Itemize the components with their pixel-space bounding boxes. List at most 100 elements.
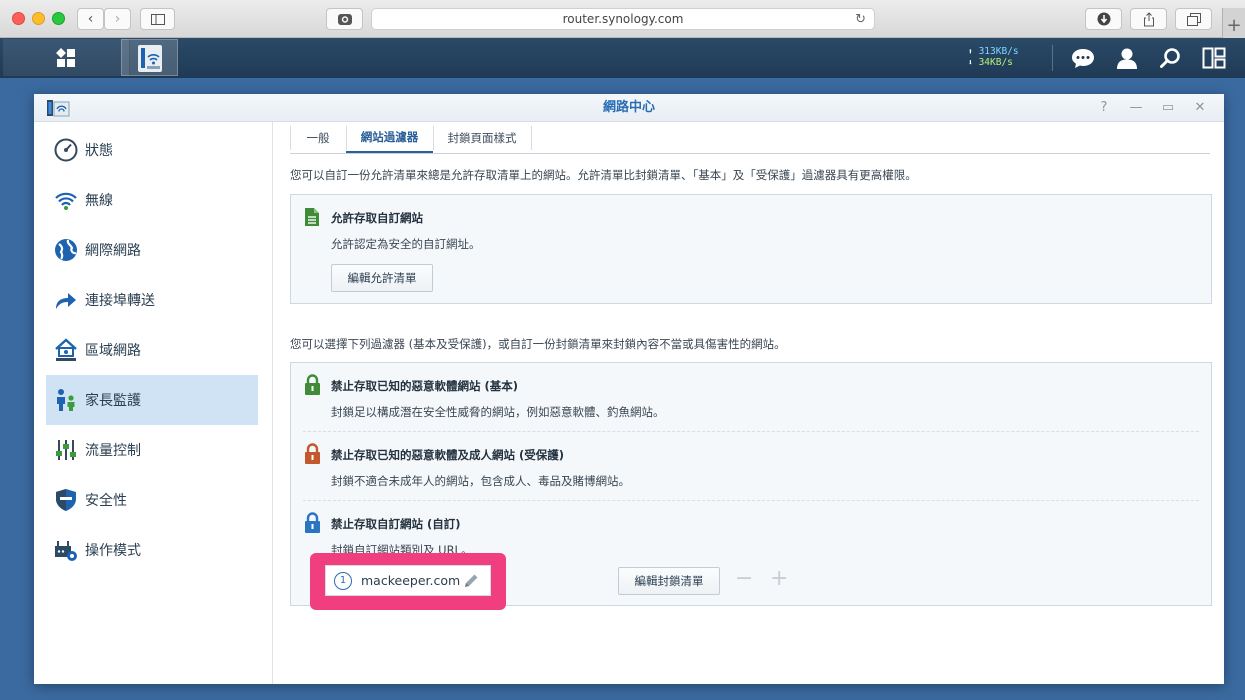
widgets-icon: [1202, 47, 1226, 69]
network-center-window: 網路中心 ? — ▭ ✕ 狀態 無線 網際網路 連接埠轉送 區域網路 家長監護: [34, 94, 1224, 684]
tabs-overview-button[interactable]: [1175, 8, 1212, 30]
router-app-icon: [137, 44, 162, 72]
entry-domain: mackeeper.com: [361, 573, 461, 588]
lock-icon: [304, 512, 321, 538]
maximize-button[interactable]: ▭: [1160, 100, 1176, 116]
forward-arrow-icon: [53, 287, 79, 313]
close-button[interactable]: ✕: [1192, 100, 1208, 116]
sidebar-item-security[interactable]: 安全性: [46, 475, 258, 525]
allow-section-intro: 您可以自訂一份允許清單來總是允許存取清單上的網站。允許清單比封鎖清單、「基本」及…: [290, 168, 917, 182]
help-button[interactable]: ?: [1096, 100, 1112, 116]
url-text: router.synology.com: [562, 12, 684, 26]
router-gear-icon: [53, 537, 79, 563]
download-icon: [1097, 12, 1110, 26]
tab-block-page-style[interactable]: 封鎖頁面樣式: [433, 122, 531, 153]
custom-block-entry[interactable]: 1 mackeeper.com: [325, 565, 491, 596]
tab-web-filter[interactable]: 網站過濾器: [346, 122, 433, 153]
sidebar-item-wireless[interactable]: 無線: [46, 175, 258, 225]
main-menu-button[interactable]: [3, 39, 130, 76]
sidebar-item-label: 狀態: [85, 143, 113, 159]
chevron-right-icon: ›: [114, 11, 121, 27]
zoom-window-button[interactable]: [52, 12, 65, 25]
sidebar-item-label: 無線: [85, 193, 113, 209]
tab-general[interactable]: 一般: [290, 122, 346, 153]
sidebar-item-label: 安全性: [85, 493, 127, 509]
share-button[interactable]: [1130, 8, 1167, 30]
block-section-intro: 您可以選擇下列過濾器 (基本及受保護)，或自訂一份封鎖清單來封鎖內容不當或具傷害…: [290, 337, 786, 351]
share-icon: [1143, 11, 1154, 26]
home-network-icon: [53, 337, 79, 363]
sidebar-item-label: 操作模式: [85, 543, 141, 559]
parents-icon: [53, 387, 79, 413]
taskbar-network-center[interactable]: [121, 39, 178, 76]
document-icon: [304, 207, 320, 231]
lock-icon: [304, 374, 321, 400]
notifications-button[interactable]: [1070, 45, 1096, 71]
sidebar-toggle-button[interactable]: [140, 8, 175, 30]
sidebar-item-operation-mode[interactable]: 操作模式: [46, 525, 258, 575]
sidebar-item-parental-control[interactable]: 家長監護: [46, 375, 258, 425]
sidebar-icon: [150, 13, 165, 25]
lock-icon: [304, 443, 321, 469]
widgets-button[interactable]: [1201, 45, 1227, 71]
sidebar-item-local-network[interactable]: 區域網路: [46, 325, 258, 375]
tab-divider: [531, 126, 532, 150]
downloads-button[interactable]: [1085, 8, 1122, 30]
download-arrow-icon: ⬇: [968, 58, 973, 67]
sidebar-item-status[interactable]: 狀態: [46, 125, 258, 175]
user-button[interactable]: [1114, 45, 1140, 71]
new-tab-button[interactable]: +: [1222, 8, 1245, 38]
plus-icon: +: [1226, 15, 1242, 36]
sliders-icon: [53, 437, 79, 463]
edit-allow-list-button[interactable]: 編輯允許清單: [331, 264, 433, 292]
minimize-window-button[interactable]: [32, 12, 45, 25]
allow-description: 允許認定為安全的自訂網址。: [331, 237, 481, 251]
tabs-icon: [1186, 12, 1201, 26]
main-menu-icon: [56, 47, 75, 67]
filter-custom-title: 禁止存取自訂網站 (自訂): [331, 517, 461, 531]
sidebar: 狀態 無線 網際網路 連接埠轉送 區域網路 家長監護 流量控制 安全性 操作模式: [34, 122, 273, 684]
edit-block-list-button[interactable]: 編輯封鎖清單: [618, 567, 720, 595]
network-speed: ⬆ 313KB/s ⬇ 34KB/s: [968, 46, 1019, 68]
chat-icon: [1072, 49, 1094, 68]
chevron-left-icon: ‹: [87, 11, 94, 27]
user-icon: [1117, 48, 1137, 69]
camera-icon: [337, 14, 352, 25]
filter-protected-description: 封鎖不適合未成年人的網站，包含成人、毒品及賭博網站。: [331, 474, 630, 488]
reload-icon[interactable]: ↻: [855, 12, 866, 27]
allow-title: 允許存取自訂網站: [331, 211, 423, 225]
sidebar-item-port-forwarding[interactable]: 連接埠轉送: [46, 275, 258, 325]
forward-button[interactable]: ›: [104, 8, 131, 30]
browser-toolbar: ‹ › router.synology.com ↻ +: [0, 0, 1245, 38]
tab-bar: 一般 網站過濾器 封鎖頁面樣式: [290, 122, 1210, 154]
add-entry-button[interactable]: +: [770, 568, 788, 590]
minimize-button[interactable]: —: [1128, 100, 1144, 116]
filter-protected-title: 禁止存取已知的惡意軟體及成人網站 (受保護): [331, 448, 565, 462]
wifi-icon: [53, 187, 79, 213]
upload-arrow-icon: ⬆: [968, 47, 973, 56]
sidebar-item-label: 連接埠轉送: [85, 293, 155, 309]
gauge-icon: [53, 137, 79, 163]
taskbar-divider: [1052, 45, 1053, 71]
extension-button[interactable]: [326, 8, 363, 30]
pencil-icon[interactable]: [462, 572, 480, 594]
sidebar-item-label: 區域網路: [85, 343, 141, 359]
entry-number-badge: 1: [334, 572, 352, 590]
filter-basic-description: 封鎖足以構成潛在安全性威脅的網站，例如惡意軟體、釣魚網站。: [331, 405, 665, 419]
globe-icon: [53, 237, 79, 263]
filter-divider: [303, 500, 1199, 501]
sidebar-item-label: 家長監護: [85, 393, 141, 409]
sidebar-item-internet[interactable]: 網際網路: [46, 225, 258, 275]
upload-speed: 313KB/s: [978, 46, 1019, 57]
close-window-button[interactable]: [12, 12, 25, 25]
sidebar-item-traffic-control[interactable]: 流量控制: [46, 425, 258, 475]
shield-icon: [53, 487, 79, 513]
remove-entry-button[interactable]: −: [735, 568, 753, 590]
back-button[interactable]: ‹: [77, 8, 104, 30]
window-title: 網路中心: [602, 100, 655, 115]
filter-basic-title: 禁止存取已知的惡意軟體網站 (基本): [331, 379, 519, 393]
search-button[interactable]: [1157, 45, 1183, 71]
allow-list-panel: 允許存取自訂網站 允許認定為安全的自訂網址。 編輯允許清單: [290, 194, 1212, 304]
dsm-taskbar: ⬆ 313KB/s ⬇ 34KB/s: [0, 38, 1245, 78]
address-bar[interactable]: router.synology.com ↻: [371, 8, 875, 30]
